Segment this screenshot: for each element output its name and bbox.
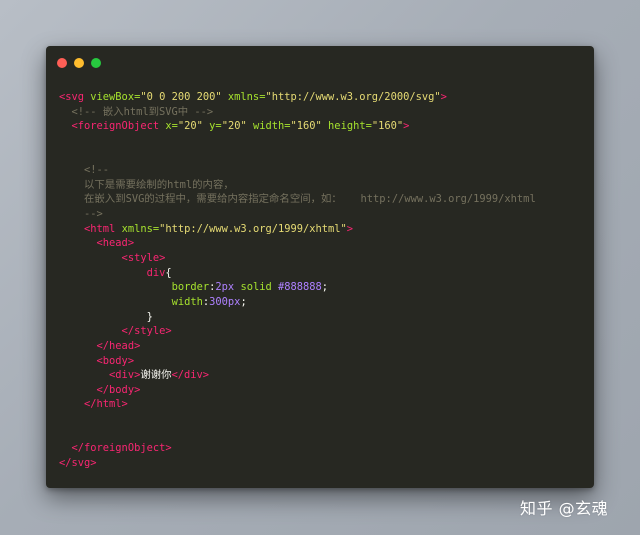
code-line: <style> [59,251,536,266]
code-token: <style> [59,252,166,265]
code-token: <!-- [59,164,110,177]
code-token: { [165,266,172,279]
minimize-window-icon[interactable] [74,58,84,68]
code-line: <svg viewBox="0 0 200 200" xmlns="http:/… [59,90,536,105]
code-line: <html xmlns="http://www.w3.org/1999/xhtm… [59,222,536,237]
code-token: xmlns= [221,91,266,103]
code-token: <foreignObject [59,120,166,133]
code-token: "20" [177,120,203,133]
code-line: div{ [59,266,536,281]
code-token: 以下是需要绘制的html的内容， [59,178,234,191]
code-token: "http://www.w3.org/2000/svg" [265,91,441,103]
code-token: <svg [59,91,91,103]
code-token: </body> [59,383,141,396]
code-token: ; [240,295,247,308]
code-token: viewBox= [90,91,141,103]
code-line: <foreignObject x="20" y="20" width="160"… [59,119,536,134]
code-token: width [59,295,203,308]
code-token: <!-- 嵌入html到SVG中 --> [59,105,214,118]
code-token: 谢谢你 [140,369,172,382]
code-token: y= [202,120,222,133]
code-token: xmlns= [121,222,160,235]
code-token: 在嵌入到SVG的过程中，需要给内容指定命名空间，如： http://www.w3… [59,193,536,206]
code-line: 以下是需要绘制的html的内容， [59,178,536,193]
code-token: solid [234,281,278,294]
code-line: </body> [59,383,536,398]
code-token: <html [59,222,122,235]
code-line: } [59,310,536,325]
code-block: <svg viewBox="0 0 200 200" xmlns="http:/… [59,90,536,471]
code-token: #888888 [277,281,322,294]
code-token: </svg> [59,457,97,470]
code-token: width= [246,120,291,133]
code-token: border [59,281,210,294]
code-line: </head> [59,339,536,354]
code-line: </html> [59,397,536,412]
code-token: --> [59,208,103,221]
code-token: } [59,310,153,323]
code-token: 300px [209,295,241,308]
code-line: --> [59,207,536,222]
code-line: </style> [59,324,536,339]
code-token: "http://www.w3.org/1999/xhtml" [159,222,347,235]
code-token: </style> [59,325,172,338]
code-line: <!-- [59,163,536,178]
code-line: <div>谢谢你</div> [59,368,536,383]
code-token: "160" [290,120,322,133]
code-line: <!-- 嵌入html到SVG中 --> [59,105,536,120]
code-window: <svg viewBox="0 0 200 200" xmlns="http:/… [46,46,594,488]
code-token: </foreignObject> [59,442,172,455]
code-line: </foreignObject> [59,441,536,456]
code-line: width:300px; [59,295,536,310]
close-window-icon[interactable] [57,58,67,68]
code-token: x= [165,120,178,133]
code-token: div [59,266,166,279]
code-line: </svg> [59,456,536,471]
window-controls [57,58,101,68]
code-line: border:2px solid #888888; [59,280,536,295]
code-line: <head> [59,236,536,251]
code-token: 2px [215,281,235,294]
code-token: > [403,120,410,133]
code-token: "160" [371,120,404,133]
maximize-window-icon[interactable] [91,58,101,68]
code-token: > [440,91,447,103]
code-token: </html> [59,398,128,411]
code-token: > [346,222,354,235]
code-line: 在嵌入到SVG的过程中，需要给内容指定命名空间，如： http://www.w3… [59,192,536,207]
code-token: height= [321,120,372,133]
code-token: </div> [171,369,210,382]
code-token: "20" [221,120,247,133]
code-token: <div> [59,369,141,382]
code-token: ; [321,281,329,294]
code-token: </head> [59,339,141,352]
code-token: "0 0 200 200" [140,91,222,103]
code-line: <body> [59,354,536,369]
watermark: 知乎 @玄魂 [520,499,609,518]
code-token: <body> [59,354,135,367]
code-token: <head> [59,237,135,250]
